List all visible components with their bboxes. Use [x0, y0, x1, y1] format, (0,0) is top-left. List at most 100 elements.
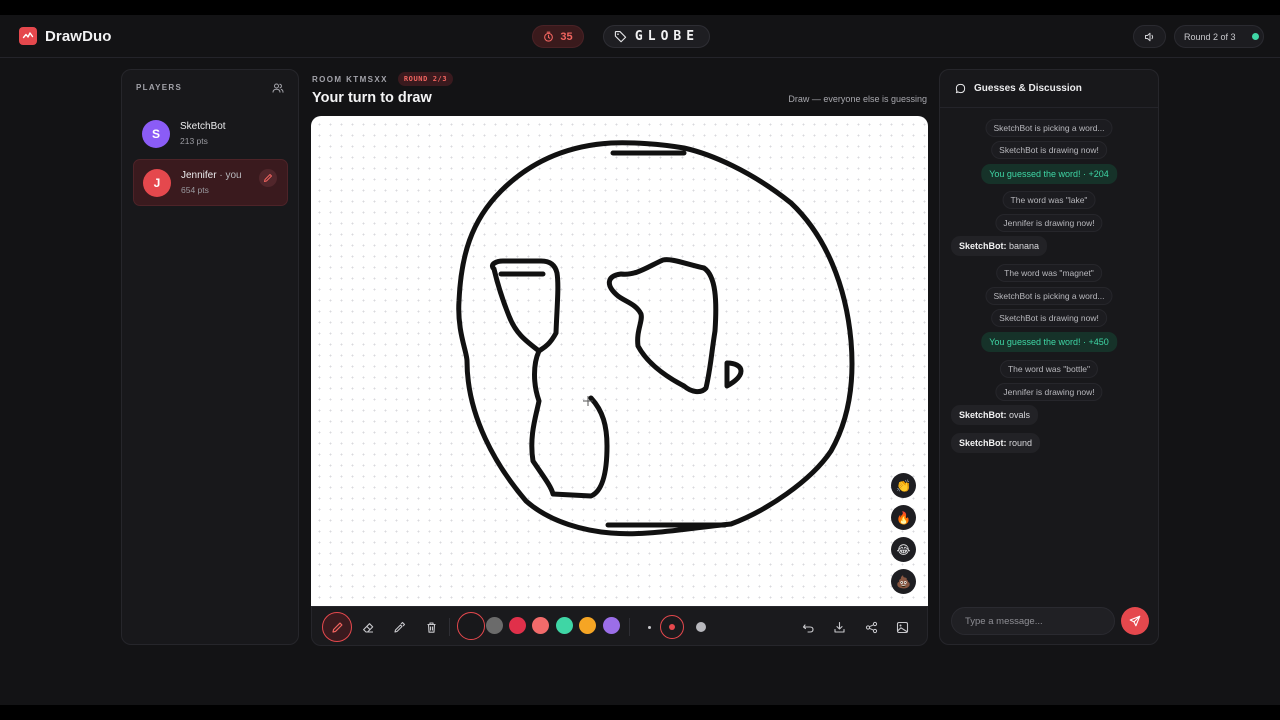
color-swatch-coral[interactable] — [532, 617, 549, 634]
top-bar: DrawDuo 35 GLOBE Round 2 of 3 — [0, 15, 1280, 58]
guess-message: SketchBot: banana — [951, 236, 1048, 256]
turn-title: Your turn to draw — [312, 90, 432, 106]
share-icon — [865, 621, 877, 633]
brand-name: DrawDuo — [45, 27, 112, 45]
connection-status-dot — [1251, 33, 1259, 40]
guess-author: SketchBot: — [959, 241, 1007, 251]
player-points: 654 pts — [181, 185, 209, 195]
send-icon — [1129, 615, 1141, 627]
brush-size-large[interactable] — [686, 612, 716, 642]
drawing-strokes — [456, 140, 855, 537]
player-name: Jennifer · you — [181, 170, 242, 181]
color-swatch-green[interactable] — [556, 617, 573, 634]
player-row-current[interactable]: J Jennifer · you 654 pts — [133, 159, 288, 206]
image-button[interactable] — [887, 612, 917, 642]
timer-badge: 35 — [532, 25, 584, 48]
chat-bubble-icon — [955, 83, 966, 94]
system-message: SketchBot is drawing now! — [991, 141, 1107, 159]
guess-author: SketchBot: — [959, 410, 1007, 420]
dropper-icon — [393, 621, 405, 633]
avatar: S — [142, 119, 170, 148]
download-button[interactable] — [824, 612, 854, 642]
avatar: J — [143, 168, 171, 197]
round-indicator: Round 2 of 3 — [1174, 25, 1264, 48]
guess-text: ovals — [1006, 410, 1031, 420]
brush-size-medium[interactable] — [660, 615, 684, 639]
drawing-toolbar — [311, 606, 928, 646]
room-info: ROOM KTMSXX ROUND 2/3 — [312, 72, 454, 86]
word-display: GLOBE — [603, 25, 710, 48]
reaction-clap-button[interactable]: 👏 — [891, 473, 916, 498]
round-label: Round 2 of 3 — [1184, 31, 1236, 42]
system-message: SketchBot is drawing now! — [991, 309, 1107, 327]
toolbar-divider — [629, 618, 630, 636]
room-code: ROOM KTMSXX — [312, 74, 388, 84]
color-swatch-red[interactable] — [509, 617, 526, 634]
color-swatch-orange[interactable] — [579, 617, 596, 634]
brand[interactable]: DrawDuo — [19, 27, 112, 45]
player-row[interactable]: S SketchBot 213 pts — [133, 110, 288, 157]
player-name-text: Jennifer — [181, 170, 217, 181]
correct-guess-message: You guessed the word! · +204 — [981, 164, 1117, 184]
chat-title: Guesses & Discussion — [974, 83, 1082, 94]
users-icon[interactable] — [272, 82, 284, 94]
system-message: Jennifer is drawing now! — [995, 214, 1103, 232]
color-swatch-purple[interactable] — [603, 617, 620, 634]
reaction-poop-button[interactable]: 💩 — [891, 569, 916, 594]
chat-input[interactable] — [951, 607, 1115, 635]
guess-text: banana — [1006, 241, 1040, 251]
pencil-icon — [264, 174, 272, 182]
pen-icon — [331, 622, 342, 633]
chat-header: Guesses & Discussion — [940, 70, 1158, 108]
color-swatch-black[interactable] — [457, 612, 485, 640]
download-icon — [833, 621, 845, 633]
correct-guess-message: You guessed the word! · +450 — [981, 332, 1117, 352]
reaction-fire-button[interactable]: 🔥 — [891, 505, 916, 530]
turn-hint: Draw — everyone else is guessing — [788, 94, 927, 104]
drawing-canvas[interactable] — [311, 116, 928, 606]
reaction-bar: 👏 🔥 😂 💩 — [891, 473, 916, 594]
you-tag: · you — [216, 170, 242, 181]
system-message: Jennifer is drawing now! — [995, 383, 1103, 401]
guess-message: SketchBot: round — [951, 433, 1041, 453]
brush-dot-icon — [696, 622, 706, 632]
toolbar-divider — [449, 618, 450, 636]
player-name: SketchBot — [180, 121, 226, 132]
secret-word: GLOBE — [634, 29, 700, 44]
chat-panel: Guesses & Discussion SketchBot is pickin… — [939, 69, 1159, 645]
drawing-indicator — [259, 169, 277, 187]
fill-tool-button[interactable] — [384, 612, 414, 642]
eraser-tool-button[interactable] — [353, 612, 383, 642]
brush-dot-icon — [669, 624, 675, 630]
undo-button[interactable] — [793, 612, 823, 642]
app-frame: DrawDuo 35 GLOBE Round 2 of 3 PLAYERS S … — [0, 15, 1280, 705]
speaker-icon — [1144, 32, 1153, 41]
timer-icon — [544, 31, 554, 42]
system-message: The word was "lake" — [1002, 191, 1096, 209]
color-swatch-gray[interactable] — [486, 617, 503, 634]
eraser-icon — [362, 622, 373, 633]
reaction-laugh-button[interactable]: 😂 — [891, 537, 916, 562]
system-message: The word was "bottle" — [999, 360, 1099, 378]
system-message: SketchBot is picking a word... — [985, 119, 1113, 137]
system-message: SketchBot is picking a word... — [985, 287, 1113, 305]
player-points: 213 pts — [180, 136, 208, 146]
image-icon — [896, 621, 908, 633]
send-button[interactable] — [1121, 607, 1149, 635]
players-title: PLAYERS — [136, 83, 183, 92]
timer-value: 35 — [560, 30, 573, 43]
chat-composer — [951, 607, 1149, 635]
trash-icon — [427, 621, 435, 633]
pen-tool-button[interactable] — [322, 612, 352, 642]
brand-logo-icon — [19, 27, 37, 45]
brush-dot-icon — [647, 625, 651, 629]
tag-icon — [614, 31, 627, 43]
guess-text: round — [1006, 438, 1033, 448]
guess-message: SketchBot: ovals — [951, 405, 1039, 425]
system-message: The word was "magnet" — [996, 264, 1102, 282]
clear-canvas-button[interactable] — [416, 612, 446, 642]
guess-author: SketchBot: — [959, 438, 1007, 448]
share-button[interactable] — [856, 612, 886, 642]
sound-toggle-button[interactable] — [1133, 25, 1166, 48]
players-panel: PLAYERS S SketchBot 213 pts J Jennifer ·… — [121, 69, 299, 645]
